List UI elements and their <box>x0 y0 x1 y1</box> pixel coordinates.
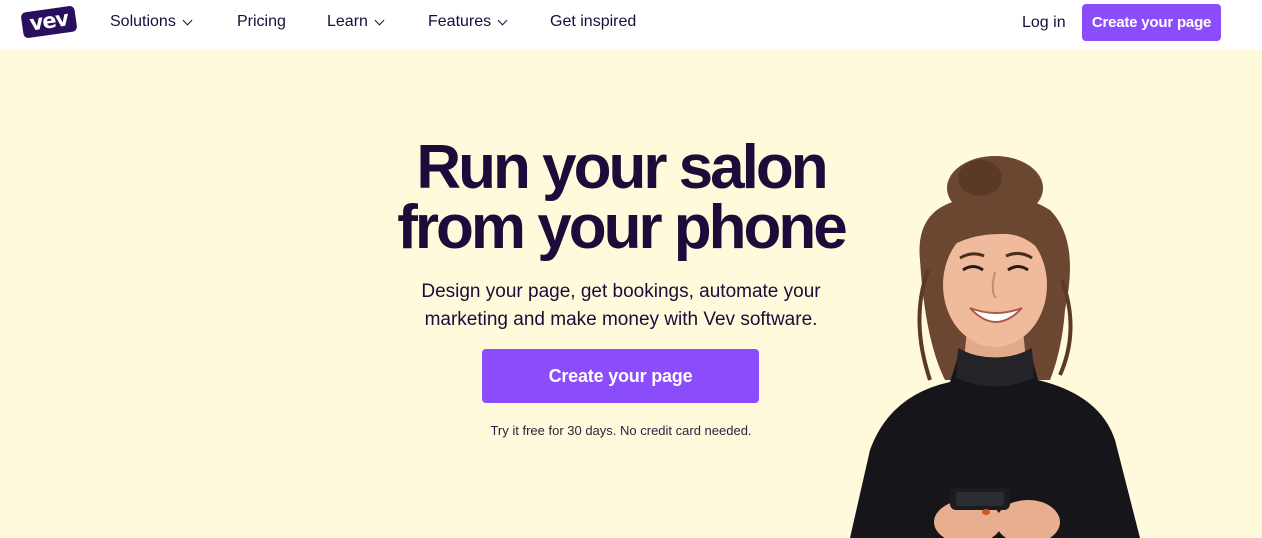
nav-item-learn[interactable]: Learn <box>327 13 385 31</box>
nav-item-get-inspired[interactable]: Get inspired <box>550 13 636 31</box>
hero-create-page-button[interactable]: Create your page <box>482 349 759 403</box>
chevron-down-icon <box>497 15 508 25</box>
hero-photo-woman-with-phone <box>850 156 1140 538</box>
nav-item-features[interactable]: Features <box>428 13 508 31</box>
hero-subtitle-line-2: marketing and make money with Vev softwa… <box>424 309 818 330</box>
nav-item-label: Solutions <box>110 13 176 30</box>
nav-create-page-button[interactable]: Create your page <box>1082 4 1221 41</box>
login-link[interactable]: Log in <box>1022 14 1066 32</box>
hero-subtitle: Design your page, get bookings, automate… <box>380 278 862 334</box>
hero-subtitle-line-1: Design your page, get bookings, automate… <box>421 281 821 302</box>
hero-title-line-1: Run your salon <box>416 133 828 202</box>
nav-item-pricing[interactable]: Pricing <box>237 13 286 31</box>
top-nav: vev Solutions Pricing Learn Features Get… <box>0 0 1262 50</box>
nav-item-label: Pricing <box>237 13 286 30</box>
nav-item-label: Get inspired <box>550 13 637 30</box>
chevron-down-icon <box>182 15 193 25</box>
logo-text: vev <box>27 5 70 36</box>
nav-item-solutions[interactable]: Solutions <box>110 13 193 31</box>
hero-title: Run your salon from your phone <box>320 137 922 259</box>
hero-title-line-2: from your phone <box>397 193 848 262</box>
vev-logo[interactable]: vev <box>20 5 78 39</box>
chevron-down-icon <box>374 15 385 25</box>
free-trial-note: Try it free for 30 days. No credit card … <box>490 423 752 438</box>
nav-item-label: Features <box>428 13 492 30</box>
nav-item-label: Learn <box>327 13 368 30</box>
